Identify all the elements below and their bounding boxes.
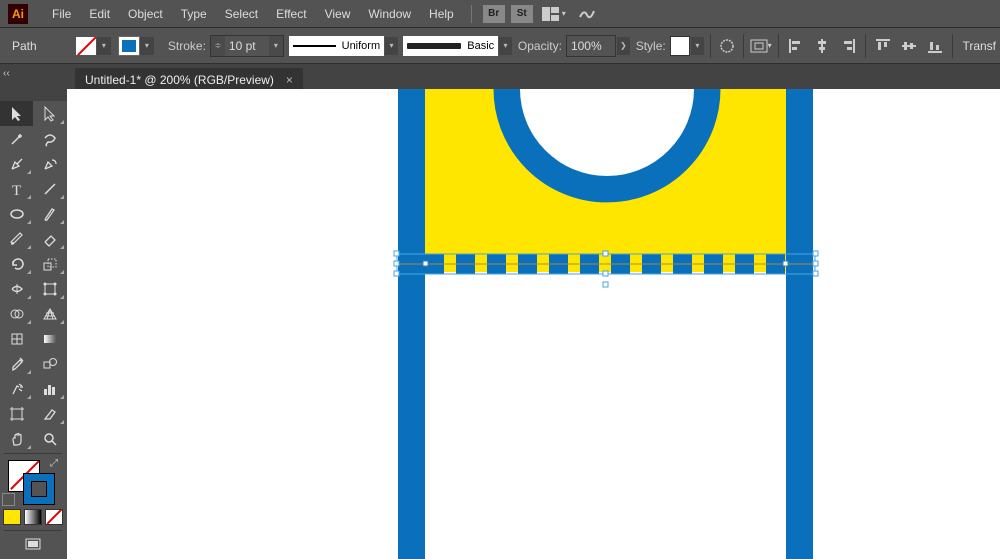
eraser-tool[interactable] [33, 226, 66, 251]
none-mode-button[interactable] [45, 509, 63, 525]
opacity-field[interactable] [566, 35, 616, 57]
style-label[interactable]: Style: [636, 39, 666, 53]
align-vcenter-button[interactable] [898, 35, 920, 57]
free-transform-tool[interactable] [33, 276, 66, 301]
opacity-label[interactable]: Opacity: [518, 39, 562, 53]
tabbar-grip-icon[interactable]: ‹‹ [3, 68, 13, 76]
app-logo: Ai [8, 4, 28, 24]
scale-tool[interactable] [33, 251, 66, 276]
align-to-button[interactable]: ▾ [750, 35, 772, 57]
opacity-dropdown[interactable]: ❯ [617, 37, 630, 55]
stroke-indicator[interactable] [24, 474, 54, 504]
perspective-grid-tool[interactable] [33, 301, 66, 326]
stroke-weight-input[interactable]: ≑ ▾ [210, 35, 284, 57]
stock-button[interactable]: St [511, 5, 533, 23]
arrange-documents-button[interactable]: ▾ [542, 7, 566, 21]
align-top-button[interactable] [872, 35, 894, 57]
align-buttons [785, 35, 859, 57]
stroke-weight-field[interactable] [225, 36, 269, 56]
fill-stroke-indicator[interactable]: ⤢ [0, 456, 66, 506]
graphic-style-swatch[interactable] [670, 36, 690, 56]
symbol-sprayer-tool[interactable] [0, 376, 33, 401]
gradient-mode-button[interactable] [24, 509, 42, 525]
selection-tool[interactable] [0, 101, 33, 126]
shape-builder-tool[interactable] [0, 301, 33, 326]
pen-tool[interactable] [0, 151, 33, 176]
tools-panel-tab[interactable] [0, 89, 67, 101]
canvas[interactable] [67, 89, 1000, 559]
svg-text:T: T [12, 183, 21, 197]
curvature-tool[interactable] [33, 151, 66, 176]
default-fill-stroke-icon[interactable] [2, 493, 15, 506]
menu-effect[interactable]: Effect [267, 0, 315, 27]
transform-panel-link[interactable]: Transf [958, 39, 1000, 53]
zoom-tool[interactable] [33, 426, 66, 451]
slice-tool[interactable] [33, 401, 66, 426]
color-mode-button[interactable] [3, 509, 21, 525]
separator [952, 34, 953, 58]
menu-edit[interactable]: Edit [80, 0, 119, 27]
shaper-tool[interactable] [0, 226, 33, 251]
screen-mode-button[interactable] [0, 533, 66, 557]
artwork [67, 89, 1000, 559]
swap-fill-stroke-icon[interactable]: ⤢ [50, 458, 58, 469]
eyedropper-tool[interactable] [0, 351, 33, 376]
direct-selection-tool[interactable] [33, 101, 66, 126]
width-tool[interactable] [0, 276, 33, 301]
magic-wand-tool[interactable] [0, 126, 33, 151]
brush-definition[interactable]: Basic [403, 36, 498, 56]
workspace: T ⤢ [0, 89, 1000, 559]
separator [743, 34, 744, 58]
fill-swatch[interactable]: ▾ [76, 37, 111, 55]
artboard-tool[interactable] [0, 401, 33, 426]
menu-file[interactable]: File [43, 0, 80, 27]
blend-tool[interactable] [33, 351, 66, 376]
document-tab[interactable]: Untitled-1* @ 200% (RGB/Preview) × [75, 68, 303, 91]
gradient-tool[interactable] [33, 326, 66, 351]
document-tab-bar: ‹‹ Untitled-1* @ 200% (RGB/Preview) × [0, 64, 1000, 91]
control-bar: Path ▾ ▾ Stroke: ≑ ▾ Uniform ▾ Basic ▾ O… [0, 27, 1000, 64]
selection-type-label: Path [12, 39, 76, 53]
type-tool[interactable]: T [0, 176, 33, 201]
tools-panel: T ⤢ [0, 89, 68, 559]
profile-dropdown[interactable]: ▾ [385, 37, 398, 55]
mesh-tool[interactable] [0, 326, 33, 351]
style-dropdown[interactable]: ▾ [691, 37, 704, 55]
close-tab-button[interactable]: × [286, 73, 293, 87]
stroke-swatch[interactable]: ▾ [119, 37, 154, 55]
column-graph-tool[interactable] [33, 376, 66, 401]
menu-window[interactable]: Window [359, 0, 420, 27]
align-left-button[interactable] [785, 35, 807, 57]
separator [710, 34, 711, 58]
hand-tool[interactable] [0, 426, 33, 451]
valign-buttons [872, 35, 946, 57]
menu-select[interactable]: Select [216, 0, 267, 27]
menu-view[interactable]: View [316, 0, 360, 27]
document-tab-title: Untitled-1* @ 200% (RGB/Preview) [85, 73, 274, 87]
rotate-tool[interactable] [0, 251, 33, 276]
stroke-label[interactable]: Stroke: [168, 39, 206, 53]
variable-width-profile[interactable]: Uniform [289, 36, 384, 56]
bridge-button[interactable]: Br [483, 5, 505, 23]
lasso-tool[interactable] [33, 126, 66, 151]
recolor-artwork-button[interactable] [717, 35, 737, 57]
align-hcenter-button[interactable] [811, 35, 833, 57]
separator [865, 34, 866, 58]
menu-type[interactable]: Type [172, 0, 216, 27]
menu-bar: Ai File Edit Object Type Select Effect V… [0, 0, 1000, 27]
line-tool[interactable] [33, 176, 66, 201]
align-bottom-button[interactable] [924, 35, 946, 57]
brush-dropdown[interactable]: ▾ [499, 37, 512, 55]
ellipse-tool[interactable] [0, 201, 33, 226]
align-right-button[interactable] [837, 35, 859, 57]
separator [778, 34, 779, 58]
paintbrush-tool[interactable] [33, 201, 66, 226]
menu-object[interactable]: Object [119, 0, 172, 27]
separator [471, 5, 472, 23]
menu-help[interactable]: Help [420, 0, 463, 27]
gpu-preview-button[interactable] [578, 7, 596, 21]
